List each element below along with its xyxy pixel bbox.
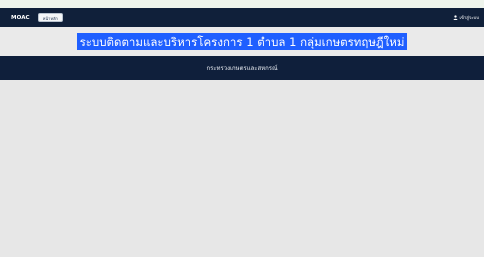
page-title: ระบบติดตามและบริหารโครงการ 1 ตำบล 1 กลุ่…	[76, 33, 408, 50]
login-link[interactable]: เข้าสู่ระบบ	[453, 14, 479, 21]
brand-logo[interactable]: MOAC	[11, 15, 30, 21]
top-strip	[0, 0, 484, 8]
login-label: เข้าสู่ระบบ	[459, 16, 479, 21]
main-content-area	[0, 80, 484, 257]
top-navbar: MOAC หน้าหลัก เข้าสู่ระบบ	[0, 8, 484, 27]
title-band: ระบบติดตามและบริหารโครงการ 1 ตำบล 1 กลุ่…	[0, 27, 484, 56]
home-button[interactable]: หน้าหลัก	[37, 13, 63, 22]
ministry-subtitle: กระทรวงเกษตรและสหกรณ์	[206, 65, 278, 72]
subtitle-band: กระทรวงเกษตรและสหกรณ์	[0, 56, 484, 80]
user-icon	[453, 15, 458, 20]
